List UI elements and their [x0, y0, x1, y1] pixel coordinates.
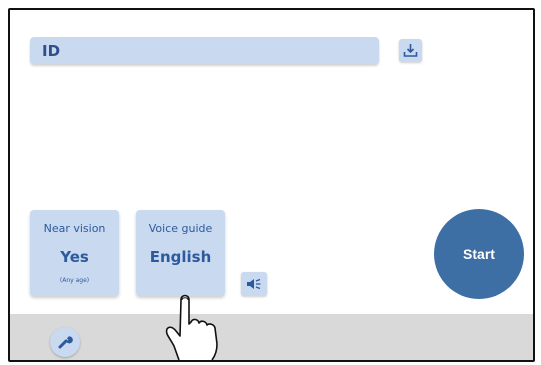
near-vision-title: Near vision [43, 222, 106, 235]
voice-guide-title: Voice guide [148, 222, 213, 235]
start-button[interactable]: Start [434, 209, 524, 299]
download-button[interactable] [399, 39, 422, 62]
speaker-icon [247, 278, 261, 290]
wrench-icon [58, 336, 73, 349]
voice-preview-button[interactable] [241, 272, 267, 296]
id-label: ID [42, 41, 61, 60]
app-screen: ID Near vision Yes (Any age) Voice guide… [8, 8, 535, 362]
voice-guide-value: English [149, 248, 212, 266]
near-vision-tile[interactable]: Near vision Yes (Any age) [30, 210, 119, 296]
hand-pointer-icon [165, 294, 218, 360]
footer-bar [10, 314, 533, 360]
start-label: Start [463, 246, 495, 262]
voice-guide-tile[interactable]: Voice guide English [136, 210, 225, 296]
near-vision-value: Yes [60, 248, 89, 266]
near-vision-note: (Any age) [59, 277, 90, 284]
download-icon [403, 44, 418, 57]
settings-button[interactable] [50, 327, 80, 357]
id-field[interactable]: ID [30, 37, 379, 64]
